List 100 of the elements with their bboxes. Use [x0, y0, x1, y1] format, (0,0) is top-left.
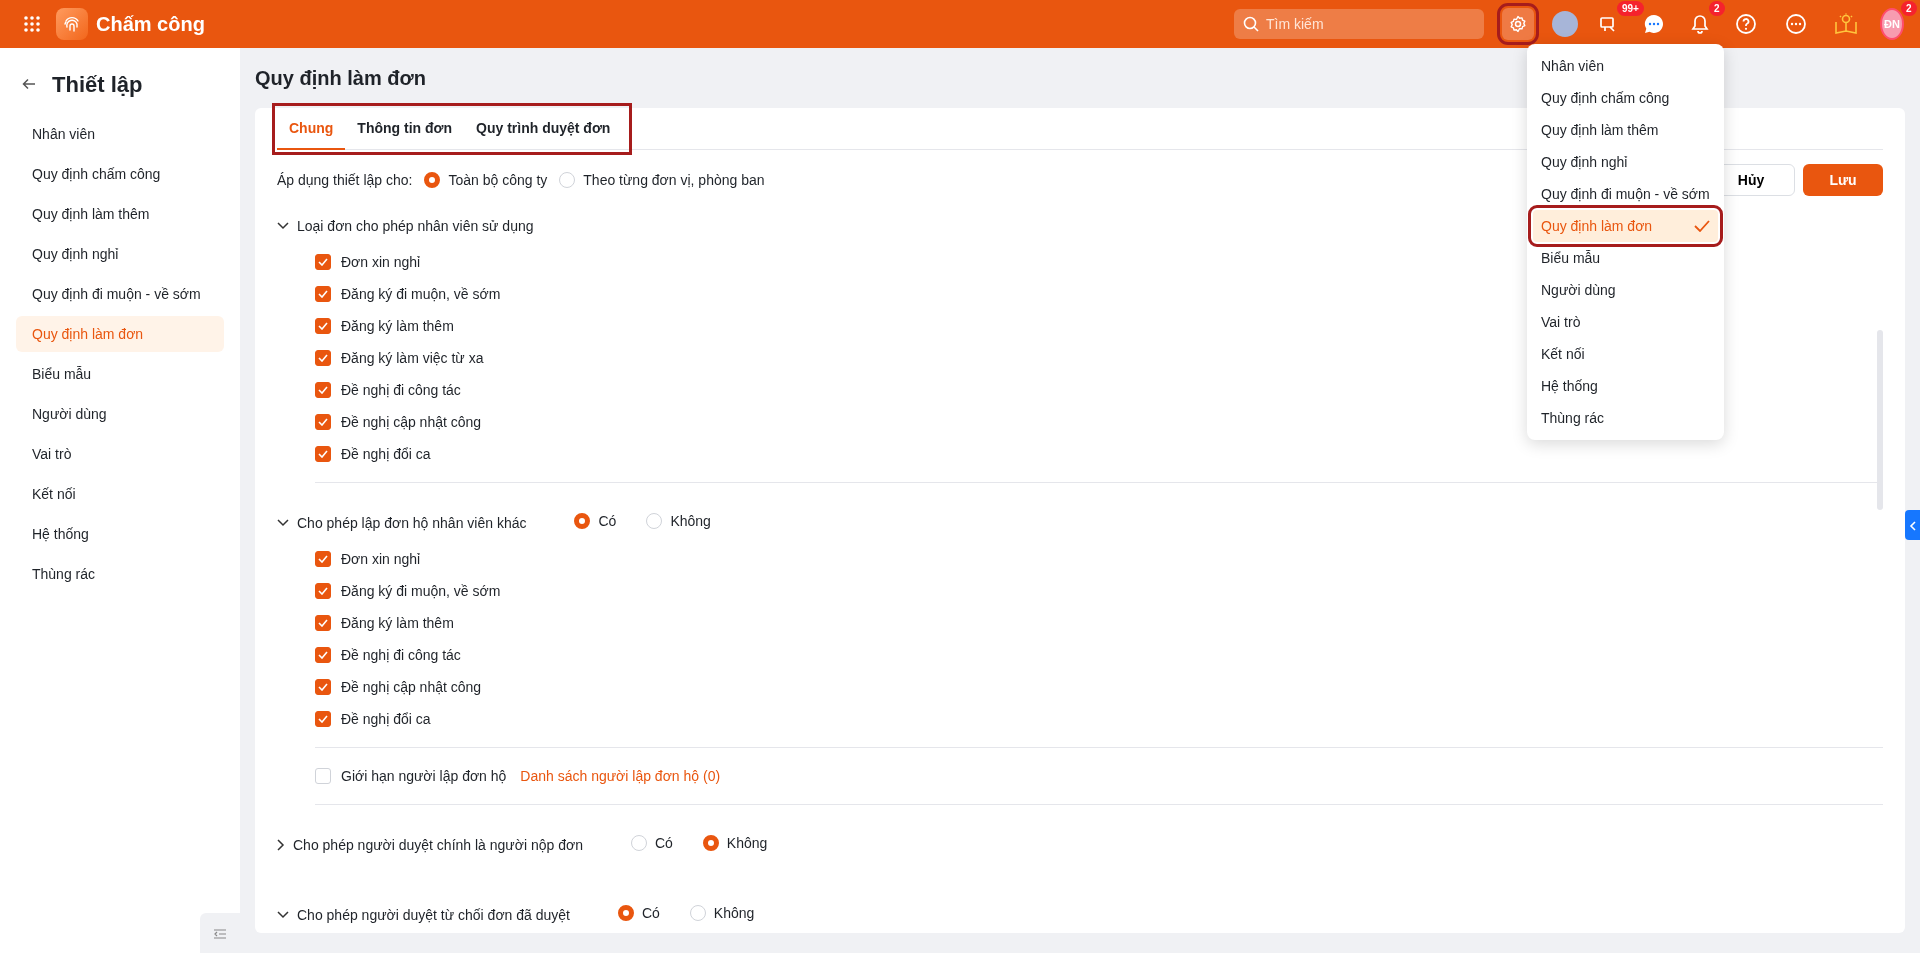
- sidebar-item[interactable]: Người dùng: [16, 396, 224, 432]
- menu-item[interactable]: Thùng rác: [1533, 402, 1718, 434]
- checkbox[interactable]: [315, 679, 331, 695]
- checkbox-label: Đề nghị đổi ca: [341, 709, 431, 729]
- checkbox-label: Đăng ký làm thêm: [341, 613, 454, 633]
- checkbox[interactable]: [315, 318, 331, 334]
- checkbox-label: Đề nghị đi công tác: [341, 645, 461, 665]
- help-icon: [1735, 13, 1757, 35]
- checkbox-label: Đăng ký đi muộn, về sớm: [341, 581, 501, 601]
- tab[interactable]: Thông tin đơn: [345, 108, 465, 150]
- checkbox[interactable]: [315, 647, 331, 663]
- checkbox[interactable]: [315, 350, 331, 366]
- menu-item[interactable]: Nhân viên: [1533, 50, 1718, 82]
- collapse-toggle[interactable]: [277, 911, 289, 919]
- checkbox[interactable]: [315, 286, 331, 302]
- section-title: Cho phép người duyệt từ chối đơn đã duyệt: [297, 905, 570, 925]
- check-icon: [318, 651, 328, 659]
- menu-item[interactable]: Hệ thống: [1533, 370, 1718, 402]
- chevron-right-icon: [277, 839, 285, 851]
- radio-option[interactable]: Không: [702, 832, 768, 854]
- radio-option[interactable]: Có: [630, 832, 673, 854]
- sidebar-item[interactable]: Quy định làm thêm: [16, 196, 224, 232]
- radio-option[interactable]: Theo từng đơn vị, phòng ban: [559, 169, 765, 191]
- checkbox[interactable]: [315, 446, 331, 462]
- sidebar-item[interactable]: Quy định đi muộn - về sớm: [16, 276, 224, 312]
- menu-item[interactable]: Kết nối: [1533, 338, 1718, 370]
- radio-option[interactable]: Toàn bộ công ty: [424, 169, 548, 191]
- menu-item[interactable]: Quy định làm thêm: [1533, 114, 1718, 146]
- sidebar-item[interactable]: Kết nối: [16, 476, 224, 512]
- sidebar-item[interactable]: Thùng rác: [16, 556, 224, 592]
- profile-avatar[interactable]: [1552, 11, 1578, 37]
- checkbox-label: Đăng ký đi muộn, về sớm: [341, 284, 501, 304]
- sidebar-item[interactable]: Hệ thống: [16, 516, 224, 552]
- menu-item[interactable]: Người dùng: [1533, 274, 1718, 306]
- check-icon: [318, 450, 328, 458]
- check-icon: [318, 418, 328, 426]
- checkbox-label: Đăng ký làm thêm: [341, 316, 454, 336]
- checkbox[interactable]: [315, 615, 331, 631]
- checkbox[interactable]: [315, 414, 331, 430]
- chevron-left-icon: [1909, 520, 1916, 531]
- chevron-down-icon: [277, 222, 289, 230]
- grid-icon: [23, 15, 41, 33]
- check-icon: [318, 322, 328, 330]
- check-icon: [318, 354, 328, 362]
- menu-item[interactable]: Quy định chấm công: [1533, 82, 1718, 114]
- collapse-toggle[interactable]: [277, 222, 289, 230]
- check-icon: [318, 258, 328, 266]
- check-icon: [1694, 220, 1710, 232]
- sidebar-title: Thiết lập: [52, 70, 143, 99]
- checkbox[interactable]: [315, 382, 331, 398]
- chevron-down-icon: [277, 519, 289, 527]
- applicant-list-link[interactable]: Danh sách người lập đơn hộ (0): [520, 765, 721, 787]
- scrollbar[interactable]: [1877, 330, 1883, 510]
- apply-to-label: Áp dụng thiết lập cho:: [277, 170, 413, 190]
- side-panel-toggle[interactable]: [1905, 510, 1920, 540]
- sidebar-item[interactable]: Quy định chấm công: [16, 156, 224, 192]
- menu-item[interactable]: Vai trò: [1533, 306, 1718, 338]
- check-icon: [318, 683, 328, 691]
- radio-option[interactable]: Có: [617, 902, 660, 924]
- chevron-down-icon: [277, 911, 289, 919]
- checkbox[interactable]: [315, 583, 331, 599]
- sidebar-item[interactable]: Quy định nghỉ: [16, 236, 224, 272]
- chat-bubble-icon: [1643, 13, 1665, 35]
- search-field[interactable]: Tìm kiếm: [1234, 9, 1484, 39]
- check-icon: [318, 587, 328, 595]
- checkbox[interactable]: [315, 711, 331, 727]
- expand-toggle[interactable]: [277, 839, 285, 851]
- tab[interactable]: Chung: [277, 108, 346, 150]
- section-title: Cho phép người duyệt chính là người nộp đơn: [293, 835, 583, 855]
- collapse-toggle[interactable]: [277, 519, 289, 527]
- settings-icon: [1509, 15, 1527, 33]
- user-badge: 2: [1901, 1, 1917, 16]
- checkbox[interactable]: [315, 551, 331, 567]
- tab[interactable]: Quy trình duyệt đơn: [464, 108, 623, 150]
- checkbox-label: Đề nghị đổi ca: [341, 444, 431, 464]
- back-arrow-icon: [22, 78, 36, 90]
- checkbox-label: Đơn xin nghỉ: [341, 252, 421, 272]
- search-icon: [1243, 16, 1259, 32]
- section-title: Loại đơn cho phép nhân viên sử dụng: [297, 216, 534, 236]
- checkbox-label: Đăng ký làm việc từ xa: [341, 348, 484, 368]
- check-icon: [318, 386, 328, 394]
- sidebar-item[interactable]: Biểu mẫu: [16, 356, 224, 392]
- menu-item[interactable]: Biểu mẫu: [1533, 242, 1718, 274]
- save-button[interactable]: Lưu: [1803, 164, 1883, 196]
- task-count-badge: 99+: [1617, 1, 1644, 16]
- checkbox-label: Đề nghị cập nhật công: [341, 412, 482, 432]
- sidebar-item[interactable]: Nhân viên: [16, 116, 224, 152]
- checkbox-label: Đề nghị đi công tác: [341, 380, 461, 400]
- check-icon: [318, 619, 328, 627]
- page-title: Quy định làm đơn: [255, 66, 426, 91]
- sidebar-item[interactable]: Vai trò: [16, 436, 224, 472]
- radio-option[interactable]: Có: [574, 510, 617, 532]
- section-title: Cho phép lập đơn hộ nhân viên khác: [297, 513, 527, 533]
- bell-icon: [1690, 14, 1710, 34]
- app-title: Chấm công: [96, 12, 205, 37]
- checkbox-label: Đơn xin nghỉ: [341, 549, 421, 569]
- collapse-icon: [213, 927, 227, 940]
- radio-option[interactable]: Không: [646, 510, 711, 532]
- checkbox[interactable]: [315, 254, 331, 270]
- radio-option[interactable]: Không: [689, 902, 755, 924]
